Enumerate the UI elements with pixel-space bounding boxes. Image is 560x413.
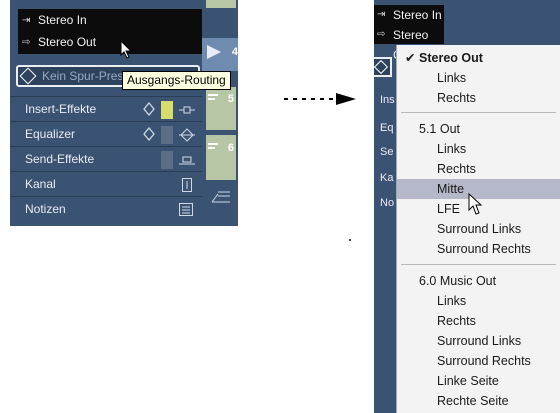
- channel-fader-icon[interactable]: [182, 178, 192, 192]
- track-number: 6: [227, 142, 234, 154]
- section-channel[interactable]: Kanal: [10, 171, 202, 197]
- eq-diamond-icon[interactable]: [179, 127, 195, 143]
- section-stub-notes[interactable]: No: [380, 197, 394, 209]
- menu-item[interactable]: Linke Seite: [397, 371, 560, 391]
- inspector-panel-left: ⇥ Stereo In ⇨ Stereo Out Kein Spur-Pres …: [10, 0, 202, 226]
- eq-active-button[interactable]: [161, 126, 173, 144]
- menu-item[interactable]: Surround Links: [397, 219, 560, 239]
- preset-diamond-icon: [19, 67, 37, 85]
- track-cell[interactable]: 5: [206, 87, 236, 130]
- stray-dot: [349, 239, 351, 241]
- menu-item[interactable]: Links: [397, 139, 560, 159]
- menu-group-6-0-music-out[interactable]: 6.0 Music Out: [397, 271, 560, 291]
- menu-separator: [401, 112, 556, 113]
- menu-separator: [401, 264, 556, 265]
- input-routing-row[interactable]: ⇥ Stereo In: [374, 5, 444, 25]
- menu-item[interactable]: Surround Rechts: [397, 351, 560, 371]
- track-lane-toggle-icon[interactable]: [210, 188, 232, 204]
- bypass-diamond-icon[interactable]: [143, 102, 155, 116]
- track-lane-icon: [208, 147, 215, 149]
- menu-group-5-1-out[interactable]: 5.1 Out: [397, 119, 560, 139]
- menu-item[interactable]: Surround Rechts: [397, 239, 560, 259]
- track-number: 4: [231, 46, 238, 58]
- preset-label: Kein Spur-Pres: [42, 69, 124, 83]
- track-number: 5: [227, 93, 234, 105]
- section-send-effects[interactable]: Send-Effekte: [10, 146, 202, 172]
- checkmark-icon: ✔: [405, 51, 416, 65]
- output-routing-row[interactable]: ⇨ Stereo Out: [18, 32, 202, 53]
- routing-box: ⇥ Stereo In ⇨ Stereo Out: [374, 5, 444, 62]
- routing-box: ⇥ Stereo In ⇨ Stereo Out: [18, 9, 202, 54]
- track-lane-icon: [208, 94, 218, 96]
- menu-item[interactable]: Links: [397, 291, 560, 311]
- section-label: Insert-Effekte: [25, 102, 97, 116]
- output-routing-row[interactable]: ⇨ Stereo Out: [374, 25, 444, 62]
- section-stub-insert[interactable]: Ins: [380, 94, 395, 106]
- input-routing-label: Stereo In: [38, 13, 87, 27]
- input-icon: ⇥: [377, 9, 386, 20]
- bypass-diamond-icon[interactable]: [143, 127, 155, 141]
- menu-item[interactable]: Rechts: [397, 159, 560, 179]
- output-icon: ⇨: [22, 37, 31, 48]
- track-cell-selected[interactable]: 4: [202, 38, 238, 71]
- output-routing-tooltip: Ausgangs-Routing: [122, 71, 231, 90]
- track-cell[interactable]: 6: [206, 135, 236, 180]
- output-routing-menu: ✔ Stereo Out Links Rechts 5.1 Out Links …: [396, 45, 560, 413]
- track-preset-field[interactable]: [374, 57, 392, 77]
- track-select-arrow-icon: [207, 45, 221, 59]
- mouse-pointer-icon: [468, 193, 483, 215]
- insert-route-icon[interactable]: [179, 106, 195, 114]
- menu-item[interactable]: Rechts: [397, 88, 560, 108]
- notes-icon[interactable]: [179, 203, 193, 216]
- output-routing-label: Stereo Out: [38, 35, 97, 49]
- track-list-strip: 4 5 6: [202, 0, 238, 226]
- input-routing-label: Stereo In: [393, 8, 442, 22]
- track-cell[interactable]: [206, 0, 236, 8]
- section-equalizer[interactable]: Equalizer: [10, 121, 202, 147]
- menu-item[interactable]: Rechte Seite: [397, 391, 560, 411]
- mouse-pointer-icon: [120, 40, 133, 59]
- input-icon: ⇥: [22, 15, 31, 26]
- menu-item[interactable]: Links: [397, 68, 560, 88]
- track-lane-icon: [208, 143, 218, 145]
- menu-item[interactable]: Surround Links: [397, 331, 560, 351]
- preset-diamond-icon: [374, 59, 389, 75]
- section-stub-channel[interactable]: Ka: [380, 172, 393, 184]
- section-stub-send[interactable]: Se: [380, 146, 393, 158]
- section-stub-equalizer[interactable]: Eq: [380, 122, 393, 134]
- menu-item[interactable]: Rechts: [397, 311, 560, 331]
- section-label: Send-Effekte: [25, 152, 95, 166]
- output-icon: ⇨: [377, 29, 386, 40]
- section-label: Equalizer: [25, 127, 76, 141]
- section-label: Kanal: [25, 177, 56, 191]
- insert-active-button[interactable]: [161, 101, 173, 119]
- send-icon[interactable]: [179, 154, 195, 166]
- send-active-button[interactable]: [161, 151, 173, 169]
- transition-arrow-icon: [284, 93, 356, 105]
- section-notes[interactable]: Notizen: [10, 196, 202, 226]
- menu-group-stereo-out[interactable]: ✔ Stereo Out: [397, 48, 560, 68]
- section-label: Notizen: [25, 202, 66, 216]
- section-insert-effects[interactable]: Insert-Effekte: [10, 96, 202, 122]
- track-lane-icon: [208, 98, 215, 100]
- input-routing-row[interactable]: ⇥ Stereo In: [18, 10, 202, 31]
